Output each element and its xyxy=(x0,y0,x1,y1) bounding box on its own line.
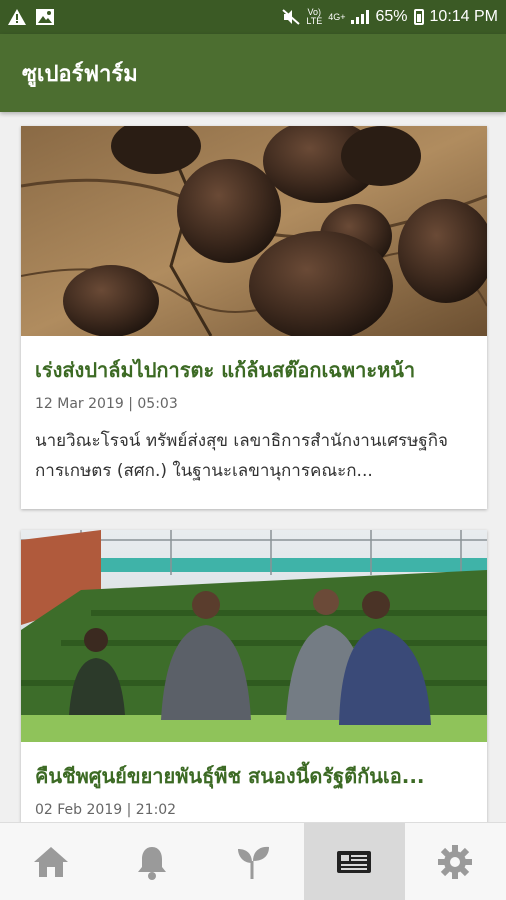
article-excerpt: นายวิณะโรจน์ ทรัพย์ส่งสุข เลขาธิการสำนัก… xyxy=(35,431,449,481)
volte-indicator: Vo) LTE xyxy=(306,7,323,26)
article-card[interactable]: เร่งส่งปาล์มไปการตะ แก้ล้นสต๊อกเฉพาะหน้า… xyxy=(21,126,487,509)
article-title[interactable]: เร่งส่งปาล์มไปการตะ แก้ล้นสต๊อกเฉพาะหน้า xyxy=(35,354,473,386)
clock: 10:14 PM xyxy=(429,8,498,25)
bell-icon xyxy=(137,847,166,880)
signal-icon xyxy=(351,10,370,24)
nav-farm[interactable] xyxy=(202,823,303,900)
nav-news[interactable] xyxy=(303,823,405,900)
article-date: 02 Feb 2019 | 21:02 xyxy=(35,802,177,818)
nav-home[interactable] xyxy=(0,823,101,900)
news-feed[interactable]: เร่งส่งปาล์มไปการตะ แก้ล้นสต๊อกเฉพาะหน้า… xyxy=(0,112,506,822)
warning-icon xyxy=(8,9,26,25)
nav-notifications[interactable] xyxy=(101,823,202,900)
app-bar: ซูเปอร์ฟาร์ม xyxy=(0,34,506,112)
article-card[interactable]: คืนชีพศูนย์ขยายพันธุ์พืช สนองนี้ดรัฐตีกั… xyxy=(21,530,487,822)
network-type: 4G+ xyxy=(328,11,346,22)
image-icon xyxy=(36,9,54,25)
app-title: ซูเปอร์ฟาร์ม xyxy=(22,61,138,87)
truffles-photo xyxy=(21,126,487,336)
article-title[interactable]: คืนชีพศูนย์ขยายพันธุ์พืช สนองนี้ดรัฐตีกั… xyxy=(35,760,473,792)
battery-icon xyxy=(413,9,424,25)
mute-icon xyxy=(282,9,301,25)
nav-settings[interactable] xyxy=(405,823,506,900)
battery-percent: 65% xyxy=(375,8,408,25)
status-bar: Vo) LTE 4G+ 65% 10:14 PM xyxy=(0,0,506,34)
home-icon xyxy=(33,847,68,877)
gear-icon xyxy=(438,845,473,879)
sprout-icon xyxy=(237,846,269,879)
greenhouse-photo xyxy=(21,530,487,742)
article-date: 12 Mar 2019 | 05:03 xyxy=(35,396,178,412)
bottom-navigation xyxy=(0,822,506,900)
news-icon xyxy=(337,851,372,873)
